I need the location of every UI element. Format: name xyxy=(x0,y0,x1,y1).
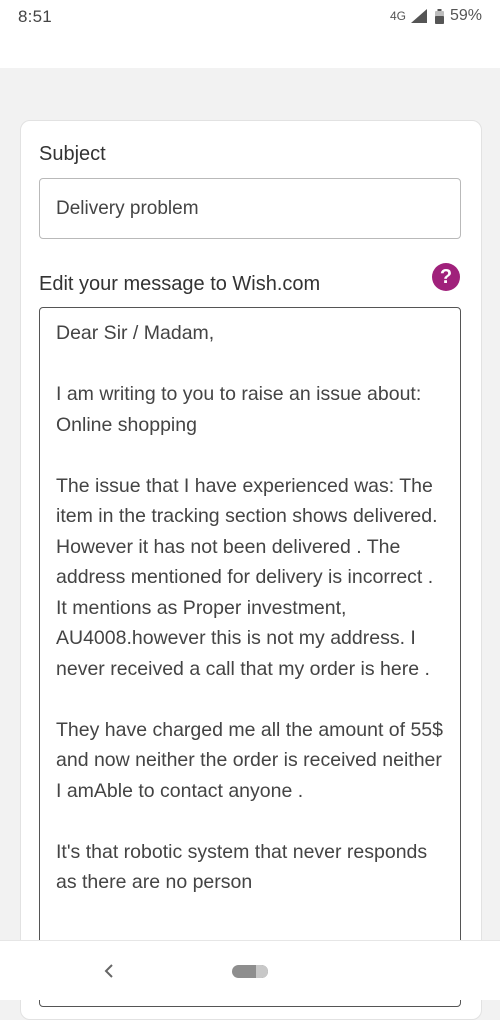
message-label: Edit your message to Wish.com xyxy=(39,273,321,295)
status-bar: 8:51 4G 59% xyxy=(0,0,500,68)
network-type: 4G xyxy=(389,9,406,23)
subject-input[interactable] xyxy=(39,178,461,239)
question-circle-icon[interactable]: ? xyxy=(432,263,460,291)
battery-level: 59% xyxy=(449,7,482,24)
status-time: 8:51 xyxy=(18,7,52,26)
status-indicators: 4G 59% xyxy=(390,7,482,25)
message-text: Dear Sir / Madam, I am writing to you to… xyxy=(56,322,443,893)
subject-label: Subject xyxy=(39,143,106,165)
battery-icon xyxy=(434,8,444,24)
chevron-left-icon[interactable] xyxy=(98,958,120,984)
signal-icon xyxy=(410,9,427,23)
home-pill-icon[interactable] xyxy=(232,965,268,978)
message-textarea[interactable]: Dear Sir / Madam, I am writing to you to… xyxy=(39,307,461,1007)
navigation-bar xyxy=(0,940,500,1000)
